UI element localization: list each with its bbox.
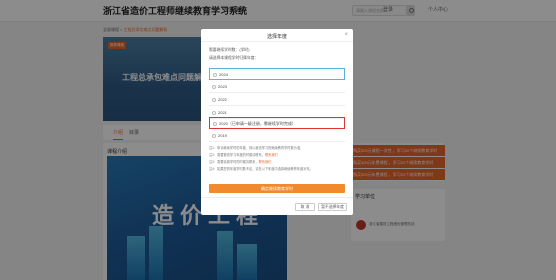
required-hours-text: 需要继续学时数：(学时): [209, 48, 250, 52]
year-option-2020[interactable]: 2020（已申请一级注册，需继续学时完成）: [209, 117, 345, 129]
radio-icon[interactable]: [213, 73, 217, 77]
note-text: 注4：如果您的年度学时数不足，请在以下年度中选择继续教育年度补充。: [209, 167, 313, 171]
note-item: 注1：申请继续学时的年度，则以我省学习的继续教育学时数为准。: [209, 145, 303, 150]
contact-link[interactable]: 联系我们: [259, 160, 272, 164]
year-option-2019[interactable]: 2019: [209, 130, 345, 142]
dialog-title: 选择年度: [266, 34, 287, 40]
note-item: 注2：需要更改学习年度的时候请联系，联系我们: [209, 152, 278, 157]
cancel-button[interactable]: 取 消: [295, 203, 315, 211]
radio-icon[interactable]: [213, 122, 217, 126]
dialog-footer: 取 消 暂不选择年度: [201, 197, 353, 215]
year-option-label: 2022: [218, 97, 227, 102]
year-option-label: 2020（已申请一级注册，需继续学时完成）: [219, 121, 296, 126]
confirm-button[interactable]: 确定继续教育学时: [209, 184, 345, 193]
note-item: 注3：需要设置学时的时候请联系，联系我们: [209, 159, 271, 164]
note-text: 注1：申请继续学时的年度，则以我省学习的继续教育学时数为准。: [209, 146, 304, 150]
note-item: 注4：如果您的年度学时数不足，请在以下年度中选择继续教育年度补充。: [209, 166, 313, 171]
year-option-label: 2024: [219, 72, 228, 77]
contact-link[interactable]: 联系我们: [265, 153, 278, 157]
year-option-2024[interactable]: 2024: [209, 68, 345, 80]
radio-icon[interactable]: [212, 111, 216, 115]
close-icon[interactable]: ×: [344, 32, 348, 38]
year-option-2023[interactable]: 2023: [209, 81, 345, 93]
radio-icon[interactable]: [212, 98, 216, 102]
year-option-label: 2023: [218, 84, 227, 89]
note-text: 注2：需要更改学习年度的时候请联系，: [209, 153, 265, 157]
select-year-prompt: 请选择本课程学时归属年度：: [209, 56, 259, 60]
select-year-dialog: 选择年度 × 需要继续学时数：(学时) 请选择本课程学时归属年度： 2024 2…: [201, 29, 353, 215]
note-text: 注3：需要设置学时的时候请联系，: [209, 160, 259, 164]
year-option-label: 2019: [218, 133, 227, 138]
skip-year-button[interactable]: 暂不选择年度: [318, 203, 347, 211]
year-option-label: 2021: [218, 110, 227, 115]
dialog-header: 选择年度 ×: [201, 29, 353, 42]
year-option-2022[interactable]: 2022: [209, 94, 345, 106]
radio-icon[interactable]: [212, 134, 216, 138]
radio-icon[interactable]: [212, 85, 216, 89]
